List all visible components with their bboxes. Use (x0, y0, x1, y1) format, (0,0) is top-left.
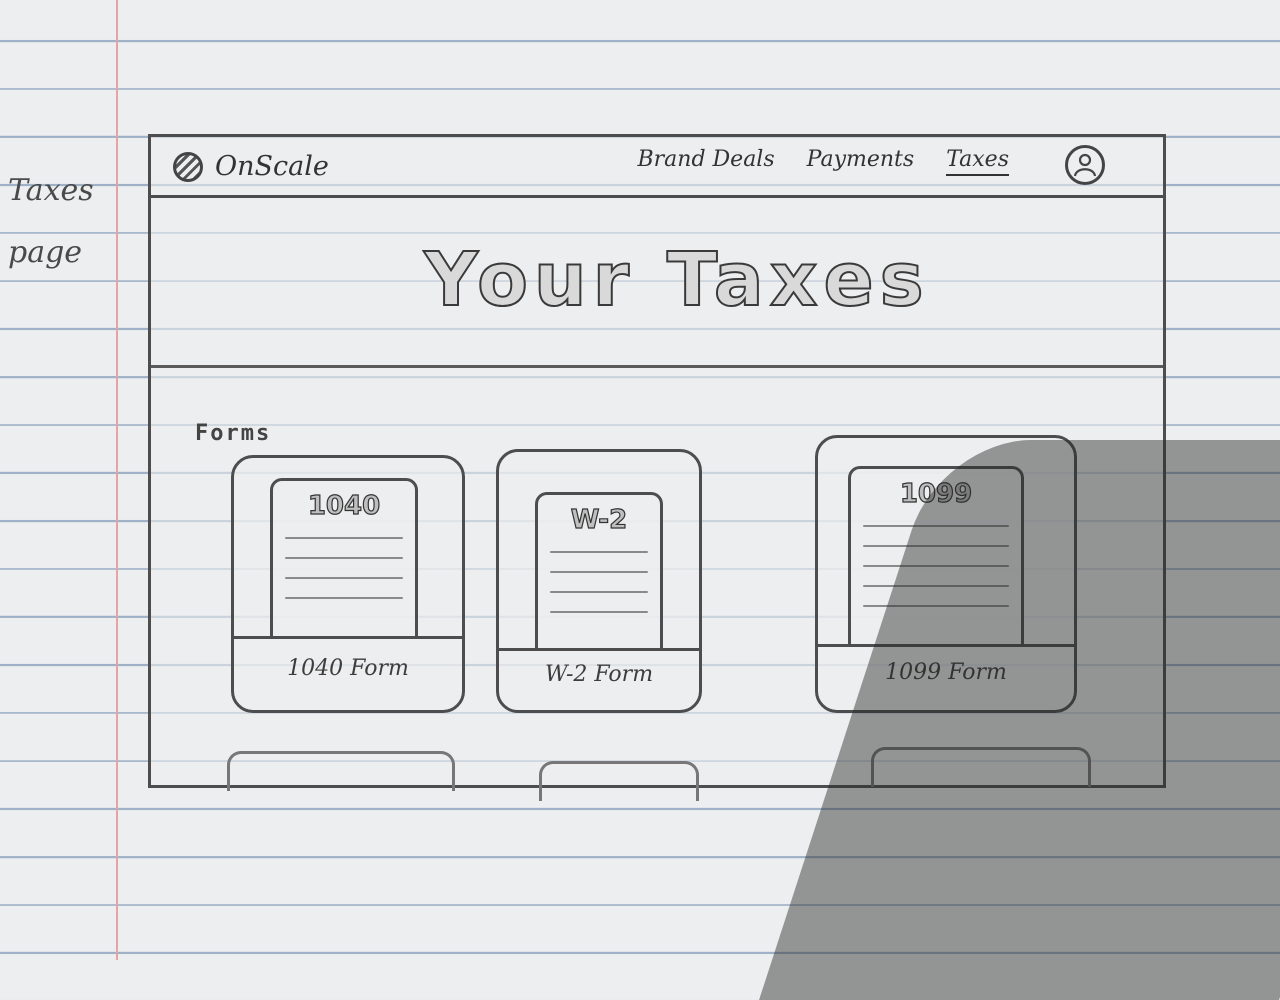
next-row-card-1[interactable] (227, 751, 455, 791)
form-card-preview: 1099 (818, 438, 1074, 647)
page-annotation-line-1: Taxes (8, 173, 94, 208)
page-title: Your Taxes (423, 236, 930, 324)
brand-logo[interactable]: OnScale (173, 151, 329, 182)
user-icon (1073, 153, 1097, 177)
profile-avatar-button[interactable] (1065, 145, 1105, 185)
app-window: OnScale Brand Deals Payments Taxes Your … (148, 134, 1166, 801)
next-row-card-3[interactable] (871, 747, 1091, 787)
form-document-lines (550, 551, 648, 631)
form-card-preview: 1040 (234, 458, 462, 639)
notebook-margin-line (116, 0, 118, 960)
form-card-1040[interactable]: 1040 1040 Form (231, 455, 465, 713)
hero-banner: Your Taxes (151, 195, 1163, 368)
forms-section-label: Forms (195, 421, 272, 446)
form-card-preview: W-2 (499, 452, 699, 651)
form-document-icon: 1099 (848, 466, 1024, 644)
page-annotation: Taxes page (8, 160, 118, 284)
brand-name: OnScale (215, 151, 329, 182)
nav-link-brand-deals[interactable]: Brand Deals (637, 147, 774, 176)
top-navbar: OnScale Brand Deals Payments Taxes (151, 137, 1163, 198)
form-card-label: W-2 Form (544, 662, 654, 687)
next-row-card-2[interactable] (539, 761, 699, 801)
form-document-title: W-2 (570, 504, 628, 535)
page-annotation-line-2: page (8, 235, 83, 270)
form-card-label: 1099 Form (885, 660, 1007, 685)
nav-link-taxes[interactable]: Taxes (946, 147, 1009, 176)
form-card-w2[interactable]: W-2 W-2 Form (496, 449, 702, 713)
form-document-icon: W-2 (535, 492, 663, 648)
form-document-title: 1099 (899, 478, 973, 509)
form-card-label: 1040 Form (287, 656, 409, 681)
nav-links: Brand Deals Payments Taxes (637, 147, 1009, 176)
form-document-icon: 1040 (270, 478, 418, 636)
form-document-lines (285, 537, 403, 617)
form-document-lines (863, 525, 1009, 625)
form-card-1099[interactable]: 1099 1099 Form (815, 435, 1077, 713)
onscale-logo-icon (173, 151, 203, 182)
nav-link-payments[interactable]: Payments (807, 147, 915, 176)
form-document-title: 1040 (307, 490, 381, 521)
